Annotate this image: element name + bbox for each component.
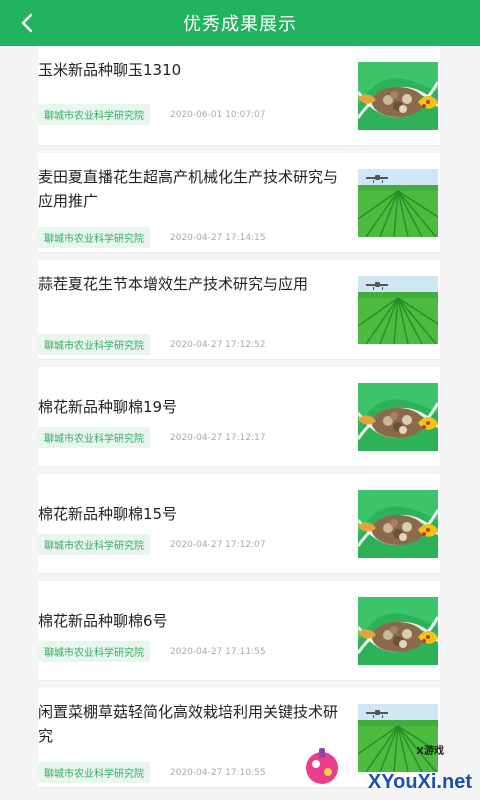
results-list[interactable]: 玉米新品种聊玉1310 聊城市农业科学研究院 2020-06-01 10:07:… <box>0 46 480 800</box>
org-tag: 聊城市农业科学研究院 <box>38 227 150 248</box>
back-button[interactable] <box>12 8 42 38</box>
item-meta: 聊城市农业科学研究院 2020-04-27 17:10:55 <box>38 762 266 783</box>
item-meta: 聊城市农业科学研究院 2020-06-01 10:07:07 <box>38 104 266 125</box>
item-meta: 聊城市农业科学研究院 2020-04-27 17:11:55 <box>38 641 266 662</box>
item-date: 2020-04-27 17:12:52 <box>170 339 266 350</box>
org-tag: 聊城市农业科学研究院 <box>38 762 150 783</box>
item-title: 闲置菜棚草菇轻简化高效栽培利用关键技术研究 <box>38 703 339 745</box>
item-date: 2020-04-27 17:12:17 <box>170 432 266 443</box>
page-title: 优秀成果展示 <box>183 14 297 35</box>
watermark-sub: X游戏 <box>416 746 444 757</box>
org-tag: 聊城市农业科学研究院 <box>38 334 150 355</box>
item-date: 2020-04-27 17:14:15 <box>170 232 266 243</box>
item-thumbnail <box>358 490 438 558</box>
list-item[interactable]: 蒜茬夏花生节本增效生产技术研究与应用 聊城市农业科学研究院 2020-04-27… <box>38 260 440 360</box>
item-title: 棉花新品种聊棉15号 <box>38 505 178 523</box>
org-tag: 聊城市农业科学研究院 <box>38 104 150 125</box>
list-item[interactable]: 玉米新品种聊玉1310 聊城市农业科学研究院 2020-06-01 10:07:… <box>38 46 440 146</box>
item-date: 2020-04-27 17:12:07 <box>170 539 266 550</box>
gamepad-logo-icon <box>306 748 338 784</box>
org-tag: 聊城市农业科学研究院 <box>38 641 150 662</box>
item-thumbnail <box>358 383 438 451</box>
item-date: 2020-04-27 17:11:55 <box>170 646 266 657</box>
item-title: 蒜茬夏花生节本增效生产技术研究与应用 <box>38 275 309 293</box>
item-meta: 聊城市农业科学研究院 2020-04-27 17:14:15 <box>38 227 266 248</box>
item-title: 棉花新品种聊棉19号 <box>38 398 178 416</box>
list-item[interactable]: 棉花新品种聊棉6号 聊城市农业科学研究院 2020-04-27 17:11:55 <box>38 581 440 681</box>
item-title: 麦田夏直播花生超高产机械化生产技术研究与应用推广 <box>38 168 339 210</box>
org-tag: 聊城市农业科学研究院 <box>38 427 150 448</box>
item-meta: 聊城市农业科学研究院 2020-04-27 17:12:52 <box>38 334 266 355</box>
item-thumbnail <box>358 169 438 237</box>
top-bar: 优秀成果展示 <box>0 0 480 46</box>
list-item[interactable]: 棉花新品种聊棉15号 聊城市农业科学研究院 2020-04-27 17:12:0… <box>38 474 440 574</box>
item-title: 玉米新品种聊玉1310 <box>38 61 182 79</box>
item-thumbnail <box>358 597 438 665</box>
watermark-text: XYouXi.net <box>367 771 472 793</box>
item-thumbnail <box>358 62 438 130</box>
item-thumbnail <box>358 276 438 344</box>
watermark: X游戏 XYouXi.net <box>302 738 472 794</box>
item-meta: 聊城市农业科学研究院 2020-04-27 17:12:07 <box>38 534 266 555</box>
list-item[interactable]: 棉花新品种聊棉19号 聊城市农业科学研究院 2020-04-27 17:12:1… <box>38 367 440 467</box>
item-date: 2020-04-27 17:10:55 <box>170 767 266 778</box>
org-tag: 聊城市农业科学研究院 <box>38 534 150 555</box>
chevron-left-icon <box>21 13 33 33</box>
item-date: 2020-06-01 10:07:07 <box>170 109 266 120</box>
item-title: 棉花新品种聊棉6号 <box>38 612 168 630</box>
item-meta: 聊城市农业科学研究院 2020-04-27 17:12:17 <box>38 427 266 448</box>
list-item[interactable]: 麦田夏直播花生超高产机械化生产技术研究与应用推广 聊城市农业科学研究院 2020… <box>38 153 440 253</box>
